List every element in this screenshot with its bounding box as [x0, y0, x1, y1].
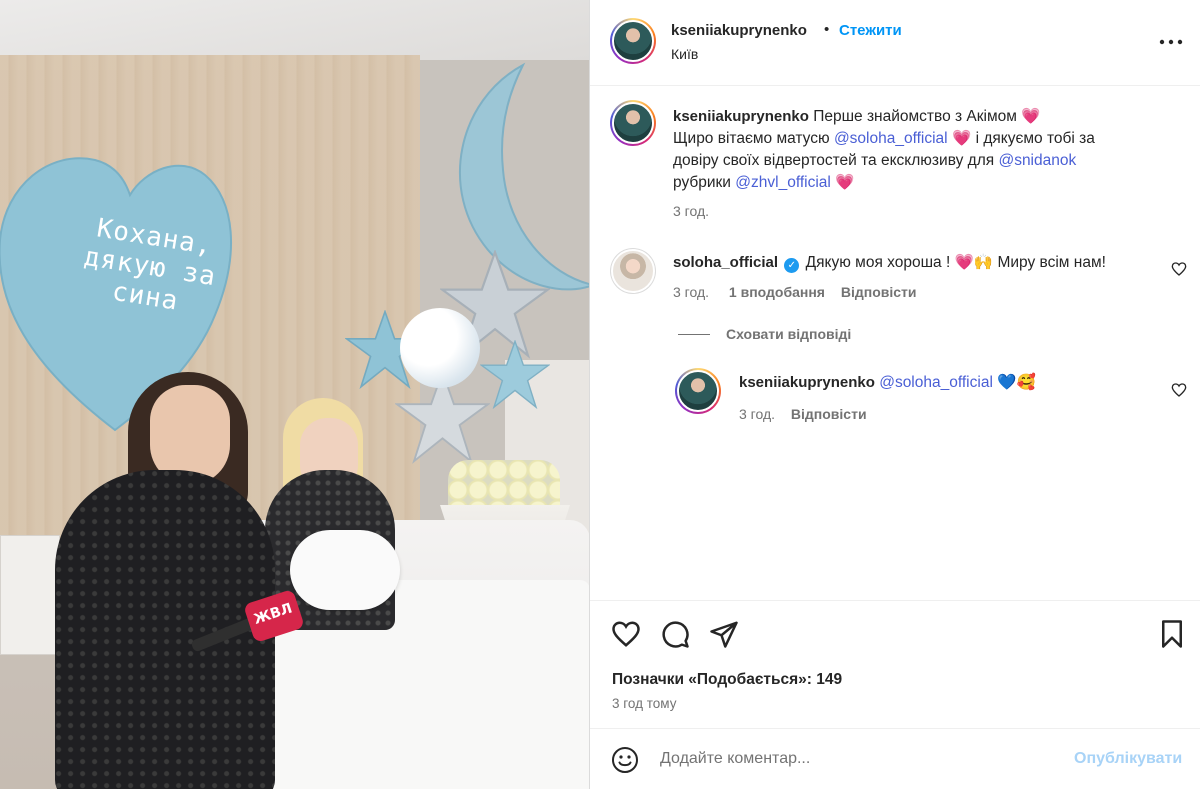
mention-zhvl[interactable]: @zhvl_official: [735, 174, 831, 191]
post-comment-button[interactable]: Опублікувати: [1074, 750, 1182, 768]
heart-icon[interactable]: [611, 619, 641, 649]
commenter-username[interactable]: soloha_official: [673, 254, 778, 271]
author-avatar[interactable]: [610, 18, 656, 64]
replies-divider: [678, 334, 710, 335]
share-icon[interactable]: [709, 619, 739, 649]
verified-badge-icon: ✓: [784, 258, 800, 273]
comment-likes-count[interactable]: 1 вподобання: [729, 284, 825, 300]
author-username[interactable]: kseniiakuprynenko: [671, 22, 807, 39]
comment-like-icon[interactable]: [1171, 261, 1187, 277]
caption-line4-pre: рубрики: [673, 174, 731, 191]
hide-replies-button[interactable]: Сховати відповіді: [678, 326, 851, 342]
mention-snidanok[interactable]: @snidanok: [998, 152, 1076, 169]
star-balloon-blue-2: [480, 340, 550, 410]
heart-emoji: 💗: [1021, 108, 1041, 125]
comment-body: Дякую моя хороша ! 💗🙌 Миру всім нам!: [805, 254, 1106, 271]
heart-emoji: 💗: [835, 174, 855, 191]
more-horizontal-icon[interactable]: [1156, 30, 1186, 54]
reply-author-avatar[interactable]: [675, 368, 721, 414]
comment-text: soloha_official ✓ Дякую моя хороша ! 💗🙌 …: [673, 252, 1153, 274]
post-actions: Позначки «Подобається»: 149 3 год тому: [590, 600, 1200, 728]
post-photo: Кохана, дякую за сина ЖВЛ: [0, 0, 589, 789]
reply-text: kseniiakuprynenko @soloha_official 💙🥰: [739, 372, 1159, 394]
caption-time[interactable]: 3 год.: [673, 203, 709, 219]
hide-replies-label: Сховати відповіді: [726, 326, 852, 342]
bookmark-icon[interactable]: [1157, 619, 1187, 649]
instagram-post-view: Кохана, дякую за сина ЖВЛ kseniiakupryne…: [0, 0, 1200, 789]
caption-author-avatar[interactable]: [610, 100, 656, 146]
comment-input[interactable]: [660, 747, 1060, 771]
comment-icon[interactable]: [660, 619, 690, 649]
reply-button[interactable]: Відповісти: [841, 284, 917, 300]
caption-line2-post: і дякуємо тобі за: [975, 130, 1095, 147]
caption-line1: Перше знайомство з Акімом: [813, 108, 1017, 125]
commenter-avatar[interactable]: [610, 248, 656, 294]
follow-button[interactable]: Стежити: [839, 22, 902, 39]
mention-soloha[interactable]: @soloha_official: [834, 130, 948, 147]
caption-username[interactable]: kseniiakuprynenko: [673, 108, 809, 125]
post-sidebar: kseniiakuprynenko • Стежити Київ kseniia…: [589, 0, 1200, 789]
comment-meta: 3 год. 1 вподобання Відповісти: [673, 284, 917, 300]
post-time-ago[interactable]: 3 год тому: [612, 696, 676, 711]
reply-like-icon[interactable]: [1171, 382, 1187, 398]
caption-line2-pre: Щиро вітаємо матусю: [673, 130, 830, 147]
heart-emoji: 💗: [951, 130, 972, 147]
reply-reply-button[interactable]: Відповісти: [791, 406, 867, 422]
caption-line3-pre: довіру своїх відвертостей та ексклюзиву …: [673, 152, 995, 169]
likes-count[interactable]: Позначки «Подобається»: 149: [612, 671, 842, 689]
baby-blanket: [290, 530, 400, 610]
caption-text: kseniiakuprynenko Перше знайомство з Акі…: [673, 106, 1173, 194]
post-location[interactable]: Київ: [671, 46, 698, 62]
reply-emojis: 💙🥰: [997, 374, 1036, 391]
cloud-balloon: [400, 308, 480, 388]
post-header: kseniiakuprynenko • Стежити Київ: [590, 0, 1200, 86]
add-comment-bar: Опублікувати: [590, 728, 1200, 789]
reply-mention[interactable]: @soloha_official: [879, 374, 993, 391]
header-separator: •: [824, 21, 830, 38]
reply-meta: 3 год. Відповісти: [739, 406, 867, 422]
comment-time[interactable]: 3 год.: [673, 284, 709, 300]
reply-username[interactable]: kseniiakuprynenko: [739, 374, 875, 391]
reply-time[interactable]: 3 год.: [739, 406, 775, 422]
photo-cabinet: [0, 535, 60, 655]
microphone-logo-text: ЖВЛ: [251, 600, 295, 628]
emoji-icon[interactable]: [611, 746, 639, 774]
